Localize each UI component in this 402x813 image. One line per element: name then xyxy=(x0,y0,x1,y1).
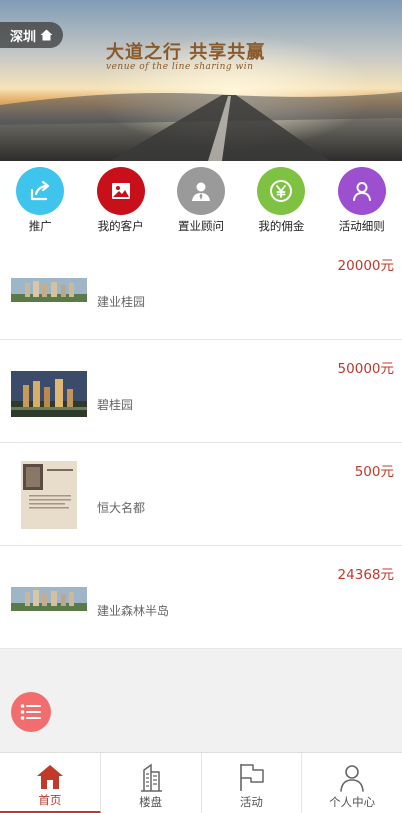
flag-icon xyxy=(240,764,265,791)
tab-home[interactable]: 首页 xyxy=(0,753,101,813)
shortcut-label: 我的客户 xyxy=(97,219,144,233)
home-small-icon xyxy=(40,29,53,41)
tab-profile[interactable]: 个人中心 xyxy=(302,753,402,813)
shortcut-my-customers[interactable]: 我的客户 xyxy=(81,161,161,237)
property-name: 碧桂园 xyxy=(97,398,134,412)
commission-price: 24368元 xyxy=(337,567,394,583)
property-list: 20000元 建业桂园 50000元 碧桂园 500元 恒大名都 24368元 … xyxy=(0,237,402,649)
property-thumbnail xyxy=(21,461,77,529)
menu-list-icon xyxy=(20,704,41,720)
yen-icon xyxy=(257,167,306,215)
list-item[interactable]: 50000元 碧桂园 xyxy=(0,340,402,443)
shortcut-activity-rules[interactable]: 活动细则 xyxy=(322,161,402,237)
shortcut-promote[interactable]: 推广 xyxy=(0,161,80,237)
banner-image xyxy=(0,0,402,161)
tab-activities[interactable]: 活动 xyxy=(202,753,303,813)
slogan-chinese: 大道之行 共享共赢 xyxy=(106,42,266,63)
commission-price: 20000元 xyxy=(337,258,394,274)
property-name: 恒大名都 xyxy=(97,501,146,515)
commission-price: 50000元 xyxy=(337,361,394,377)
property-thumbnail xyxy=(11,371,87,417)
list-item[interactable]: 24368元 建业森林半岛 xyxy=(0,546,402,649)
person-icon xyxy=(340,765,364,792)
tab-label: 活动 xyxy=(239,795,263,809)
bottom-tab-bar: 首页 楼盘 活动 个人中心 xyxy=(0,752,402,813)
user-icon xyxy=(337,167,386,215)
shortcut-label: 置业顾问 xyxy=(177,219,224,233)
shortcut-label: 活动细则 xyxy=(338,219,385,233)
shortcut-label: 推广 xyxy=(28,219,52,233)
city-selector[interactable]: 深圳 xyxy=(0,22,64,48)
property-thumbnail xyxy=(11,278,87,302)
commission-price: 500元 xyxy=(354,464,394,480)
banner[interactable]: 深圳 大道之行 共享共赢 venue of the line sharing w… xyxy=(0,0,402,161)
slogan-english: venue of the line sharing win xyxy=(106,62,254,72)
shortcut-label: 我的佣金 xyxy=(258,219,305,233)
tab-label: 个人中心 xyxy=(329,795,376,809)
property-name: 建业森林半岛 xyxy=(97,604,170,618)
home-icon xyxy=(36,765,63,789)
banner-slogan: 大道之行 共享共赢 venue of the line sharing win xyxy=(106,38,265,72)
property-thumbnail xyxy=(11,587,87,611)
shortcut-menu: 推广 我的客户 置业顾问 我的佣金 活动细则 xyxy=(0,161,402,237)
consultant-icon xyxy=(176,167,225,215)
city-label: 深圳 xyxy=(10,29,37,45)
tab-label: 楼盘 xyxy=(139,795,163,809)
share-arrow-icon xyxy=(16,167,65,215)
property-name: 建业桂园 xyxy=(97,295,146,309)
picture-icon xyxy=(96,167,145,215)
shortcut-consultant[interactable]: 置业顾问 xyxy=(161,161,241,237)
floating-menu-button[interactable] xyxy=(11,692,51,732)
building-icon xyxy=(140,763,162,792)
tab-label: 首页 xyxy=(38,793,62,807)
list-item[interactable]: 20000元 建业桂园 xyxy=(0,237,402,340)
list-item[interactable]: 500元 恒大名都 xyxy=(0,443,402,546)
tab-properties[interactable]: 楼盘 xyxy=(101,753,202,813)
shortcut-my-commission[interactable]: 我的佣金 xyxy=(241,161,321,237)
